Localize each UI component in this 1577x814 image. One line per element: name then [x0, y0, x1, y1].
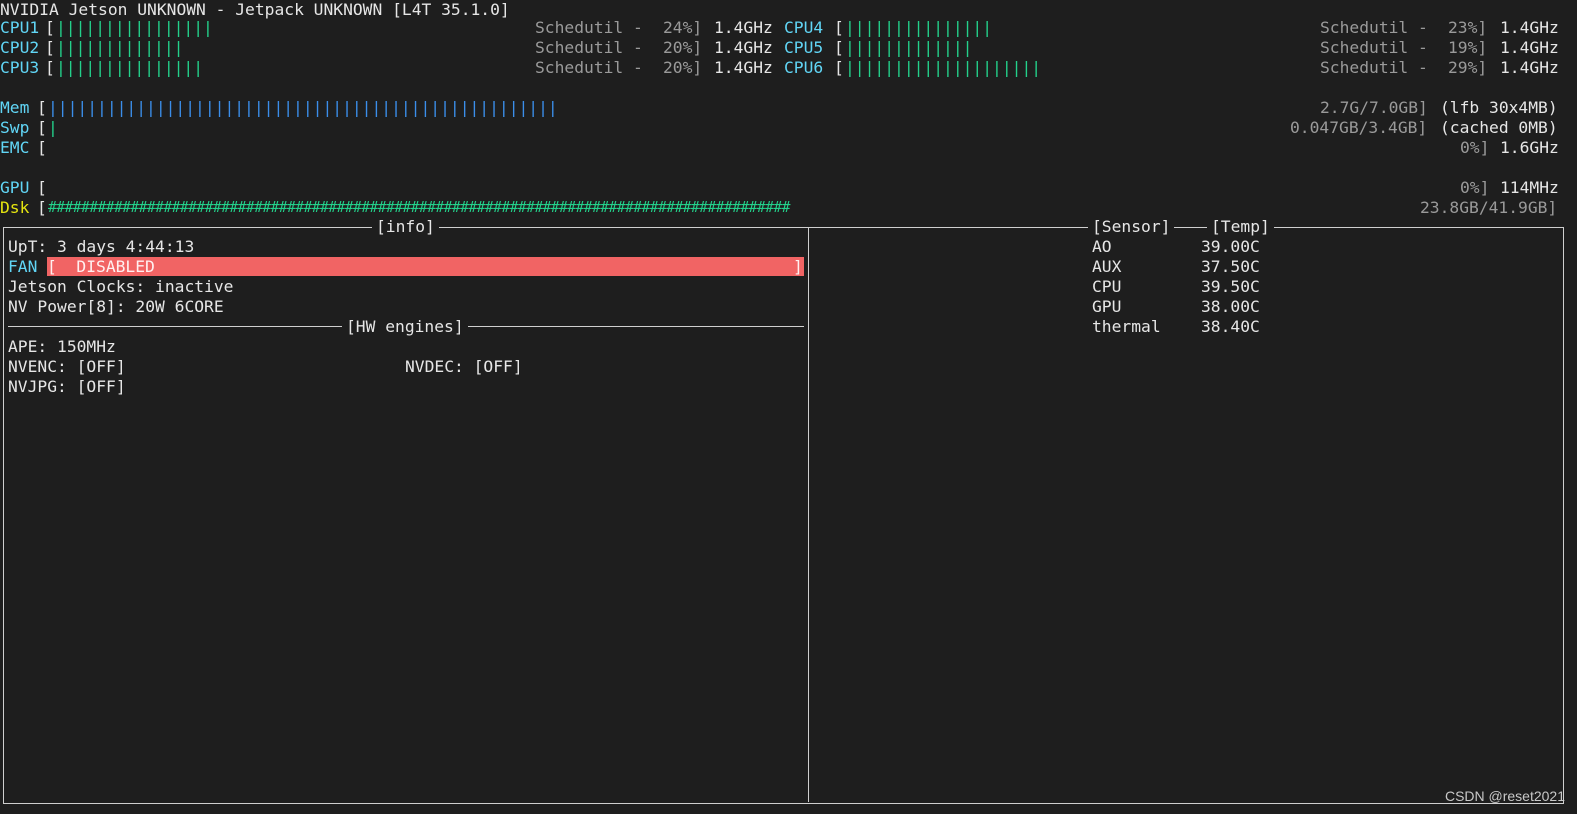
dsk-value: 23.8GB/41.9GB]: [1420, 198, 1558, 217]
cpu1-bar: ||||||||||||||||: [56, 18, 213, 37]
swp-extra: (cached 0MB): [1440, 118, 1558, 137]
cpu2-freq: 1.4GHz: [714, 38, 773, 57]
mem-value: 2.7G/7.0GB]: [1320, 98, 1428, 117]
cpu2-bar: |||||||||||||: [56, 38, 184, 57]
mem-bar: ||||||||||||||||||||||||||||||||||||||||…: [48, 98, 558, 117]
fan-status-bar: [47, 257, 804, 276]
temp-header: [Temp]: [1207, 217, 1274, 237]
cpu3-governor: Schedutil -: [535, 58, 643, 77]
cpu6-governor: Schedutil -: [1320, 58, 1428, 77]
cpu4-bracket: [: [834, 18, 844, 37]
cpu4-freq: 1.4GHz: [1500, 18, 1559, 37]
swp-label: Swp: [0, 118, 30, 137]
sensor-temp: 38.40C: [1201, 317, 1260, 336]
gpu-label: GPU: [0, 178, 30, 197]
cpu3-bar: |||||||||||||||: [56, 58, 204, 77]
nv-power: NV Power[8]: 20W 6CORE: [8, 297, 224, 316]
cpu1-bracket: [: [45, 18, 55, 37]
emc-freq: 1.6GHz: [1500, 138, 1559, 157]
cpu4-bar: |||||||||||||||: [845, 18, 993, 37]
fan-value: [ DISABLED: [47, 257, 155, 276]
cpu1-label: CPU1: [0, 18, 40, 37]
cpu2-governor: Schedutil -: [535, 38, 643, 57]
sensor-temp: 37.50C: [1201, 257, 1260, 276]
gpu-bracket: [: [37, 178, 47, 197]
cpu5-governor: Schedutil -: [1320, 38, 1428, 57]
ape: APE: 150MHz: [8, 337, 116, 356]
nvdec: NVDEC: [OFF]: [405, 357, 523, 376]
sensor-name: thermal: [1092, 317, 1161, 336]
jetson-clocks: Jetson Clocks: inactive: [8, 277, 234, 296]
mem-label: Mem: [0, 98, 30, 117]
cpu1-freq: 1.4GHz: [714, 18, 773, 37]
emc-value: 0%]: [1460, 138, 1490, 157]
dsk-bar: ########################################…: [48, 199, 790, 216]
cpu5-bar: |||||||||||||: [845, 38, 973, 57]
swp-value: 0.047GB/3.4GB]: [1290, 118, 1428, 137]
sensor-name: CPU: [1092, 277, 1122, 296]
cpu3-pct: 20%]: [663, 58, 703, 77]
cpu3-freq: 1.4GHz: [714, 58, 773, 77]
emc-label: EMC: [0, 138, 30, 157]
sensor-name: AO: [1092, 237, 1112, 256]
cpu6-bracket: [: [834, 58, 844, 77]
nvenc: NVENC: [OFF]: [8, 357, 126, 376]
cpu2-label: CPU2: [0, 38, 40, 57]
emc-bracket: [: [37, 138, 47, 157]
cpu2-pct: 20%]: [663, 38, 703, 57]
cpu5-bracket: [: [834, 38, 844, 57]
cpu6-freq: 1.4GHz: [1500, 58, 1559, 77]
cpu6-label: CPU6: [784, 58, 824, 77]
cpu5-label: CPU5: [784, 38, 824, 57]
cpu6-bar: ||||||||||||||||||||: [845, 58, 1042, 77]
cpu1-pct: 24%]: [663, 18, 703, 37]
mem-bracket: [: [37, 98, 47, 117]
hw-engines-header: [HW engines]: [342, 317, 468, 337]
info-header: [info]: [372, 217, 439, 237]
dsk-label: Dsk: [0, 198, 30, 217]
sensor-name: GPU: [1092, 297, 1122, 316]
cpu4-pct: 23%]: [1448, 18, 1488, 37]
swp-bar: |: [48, 118, 58, 137]
nvjpg: NVJPG: [OFF]: [8, 377, 126, 396]
sensor-name: AUX: [1092, 257, 1122, 276]
cpu1-governor: Schedutil -: [535, 18, 643, 37]
cpu3-label: CPU3: [0, 58, 40, 77]
fan-bracket-end: ]: [793, 257, 803, 276]
sensor-temp: 38.00C: [1201, 297, 1260, 316]
cpu4-governor: Schedutil -: [1320, 18, 1428, 37]
mem-extra: (lfb 30x4MB): [1440, 98, 1558, 117]
cpu5-pct: 19%]: [1448, 38, 1488, 57]
cpu3-bracket: [: [45, 58, 55, 77]
cpu4-label: CPU4: [784, 18, 824, 37]
gpu-freq: 114MHz: [1500, 178, 1559, 197]
dsk-bracket: [: [37, 198, 47, 217]
sensor-temp: 39.00C: [1201, 237, 1260, 256]
sensor-panel: [808, 227, 1564, 804]
swp-bracket: [: [37, 118, 47, 137]
uptime: UpT: 3 days 4:44:13: [8, 237, 195, 256]
watermark: CSDN @reset2021: [1444, 788, 1565, 804]
window-title: NVIDIA Jetson UNKNOWN - Jetpack UNKNOWN …: [0, 0, 510, 19]
fan-label: FAN: [8, 257, 38, 276]
sensor-temp: 39.50C: [1201, 277, 1260, 296]
cpu2-bracket: [: [45, 38, 55, 57]
sensor-header: [Sensor]: [1088, 217, 1175, 237]
cpu5-freq: 1.4GHz: [1500, 38, 1559, 57]
gpu-value: 0%]: [1460, 178, 1490, 197]
cpu6-pct: 29%]: [1448, 58, 1488, 77]
